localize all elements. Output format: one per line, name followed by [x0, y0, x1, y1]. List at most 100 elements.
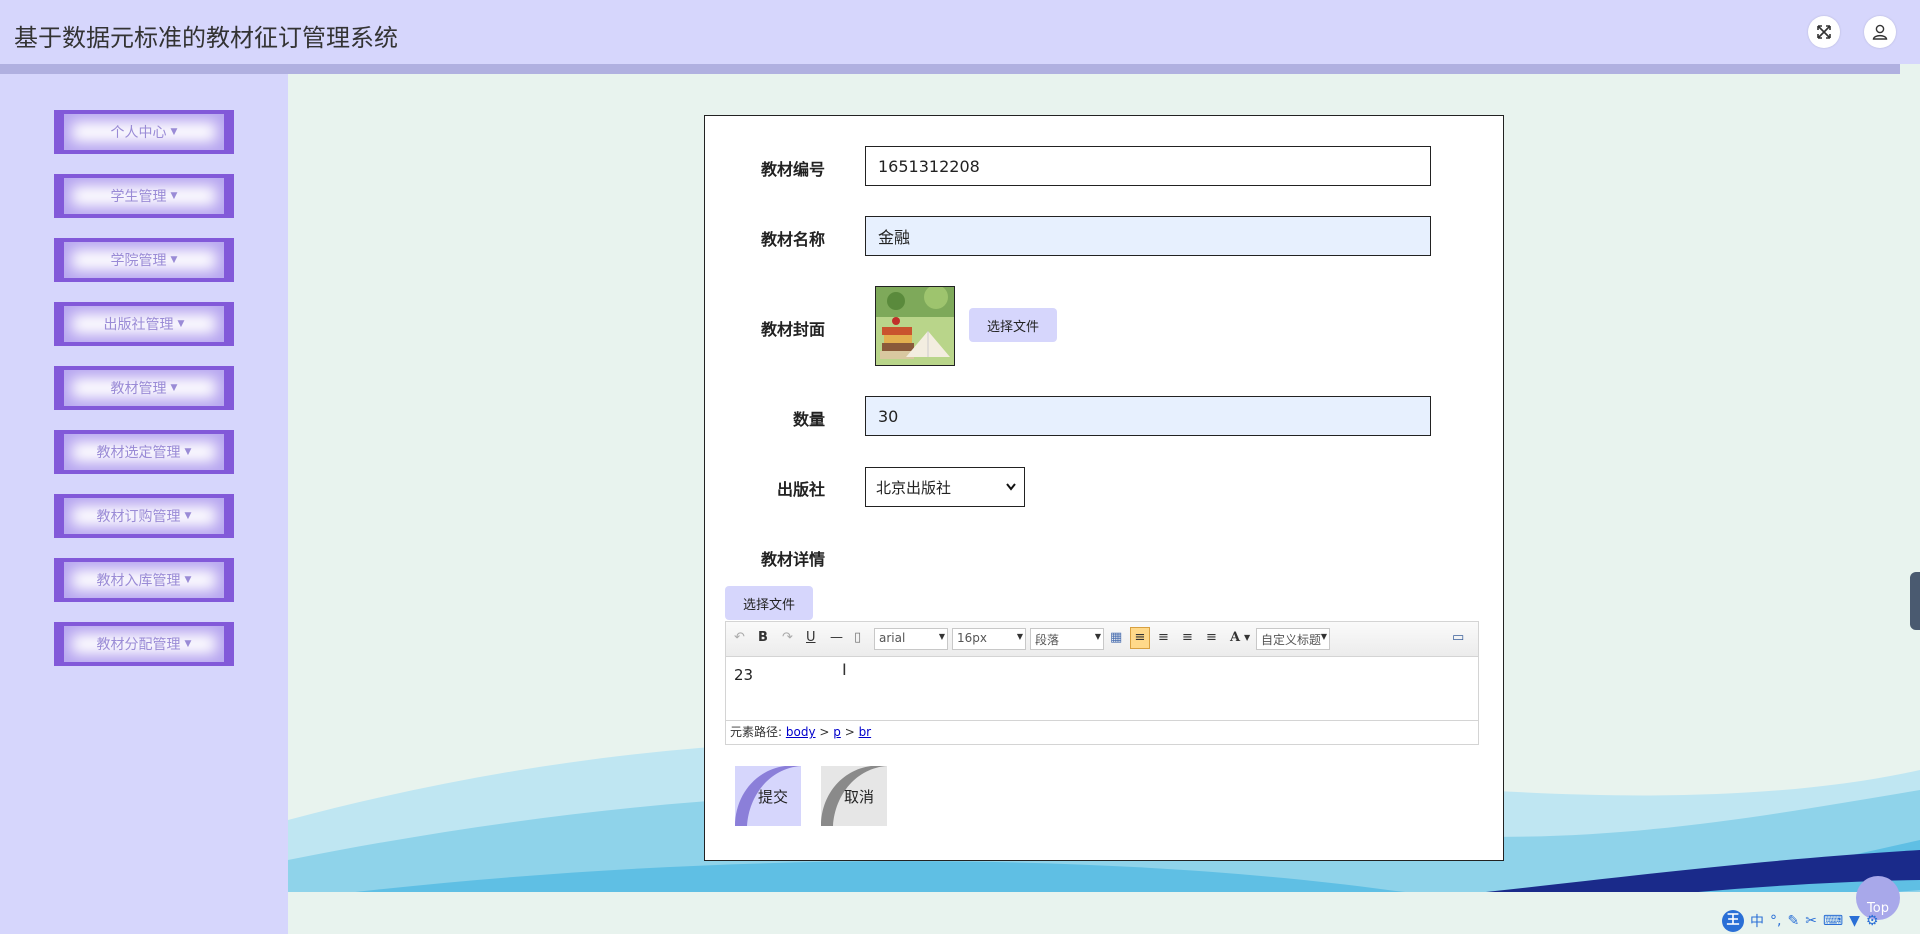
redo-icon[interactable]: ↷: [782, 630, 793, 645]
paragraph-select[interactable]: 段落 ▼: [1030, 628, 1104, 650]
ime-toolbar: 王 中 °, ✎ ✂ ⌨ ▼ ⚙: [1722, 908, 1920, 934]
cover-image: [875, 286, 955, 366]
cover-choose-file-button[interactable]: 选择文件: [969, 308, 1057, 342]
ime-language-toggle[interactable]: 中: [1750, 911, 1764, 931]
header-divider: [0, 64, 1900, 74]
font-family-value: arial: [879, 631, 906, 645]
fullscreen-button[interactable]: [1808, 16, 1840, 48]
dropdown-arrow-icon: ▼: [1320, 632, 1327, 641]
editor-content[interactable]: 23: [734, 666, 753, 684]
path-link-p[interactable]: p: [833, 725, 841, 739]
sidebar-item-students[interactable]: 学生管理 ▼: [54, 174, 234, 218]
rich-text-editor: ↶ B ↷ U — ▯ arial ▼ 16px ▼ 段落 ▼ ▦ ≡ ≡ ≡ ≡ A…: [725, 621, 1479, 745]
sidebar-item-publishers[interactable]: 出版社管理 ▼: [54, 302, 234, 346]
undo-icon[interactable]: ↶: [734, 630, 745, 645]
ime-handwrite-icon[interactable]: ✎: [1787, 913, 1799, 929]
sidebar-item-label: 教材选定管理: [96, 445, 181, 461]
caret-down-icon: ▼: [177, 319, 185, 329]
sidebar-item-textbook-stock-in[interactable]: 教材入库管理 ▼: [54, 558, 234, 602]
publisher-select[interactable]: 北京出版社: [865, 467, 1025, 507]
app-title: 基于数据元标准的教材征订管理系统: [14, 24, 398, 52]
sidebar-item-label: 教材订购管理: [96, 509, 181, 525]
path-link-body[interactable]: body: [786, 725, 816, 739]
text-cursor-icon: I: [842, 660, 847, 679]
sidebar-item-colleges[interactable]: 学院管理 ▼: [54, 238, 234, 282]
font-color-icon[interactable]: A: [1230, 630, 1240, 645]
code-input[interactable]: 1651312208: [865, 146, 1431, 186]
font-size-select[interactable]: 16px ▼: [952, 628, 1026, 650]
fullscreen-icon: [1817, 25, 1831, 39]
path-label: 元素路径:: [730, 725, 783, 739]
path-link-br[interactable]: br: [859, 725, 872, 739]
bold-icon[interactable]: B: [758, 630, 768, 645]
user-icon: [1872, 24, 1888, 40]
underline-icon[interactable]: U: [806, 630, 816, 645]
sidebar-item-label: 出版社管理: [103, 317, 174, 333]
custom-title-value: 自定义标题: [1261, 633, 1322, 647]
caret-down-icon: ▼: [170, 191, 178, 201]
page-icon[interactable]: ▯: [854, 630, 861, 645]
align-justify-icon[interactable]: ≡: [1206, 630, 1217, 645]
element-path-bar: 元素路径: body > p > br: [726, 720, 1478, 744]
code-label: 教材编号: [760, 160, 825, 179]
align-center-icon[interactable]: ≡: [1182, 630, 1193, 645]
side-panel-handle[interactable]: [1910, 572, 1920, 630]
editor-toolbar: ↶ B ↷ U — ▯ arial ▼ 16px ▼ 段落 ▼ ▦ ≡ ≡ ≡ ≡ A…: [726, 622, 1478, 657]
sidebar-item-label: 学生管理: [110, 189, 167, 205]
quantity-input[interactable]: 30: [865, 396, 1431, 436]
publisher-label: 出版社: [776, 480, 825, 499]
top-header: 基于数据元标准的教材征订管理系统: [0, 0, 1920, 64]
custom-title-select[interactable]: 自定义标题 ▼: [1256, 628, 1330, 650]
caret-down-icon: ▼: [184, 511, 192, 521]
dropdown-arrow-icon: ▼: [1016, 632, 1023, 641]
sidebar-item-label: 教材管理: [110, 381, 167, 397]
ime-skin-icon[interactable]: ▼: [1849, 913, 1860, 929]
quantity-label: 数量: [792, 410, 825, 429]
caret-down-icon: ▼: [184, 575, 192, 585]
publisher-selected-value: 北京出版社: [876, 478, 952, 497]
sidebar-item-textbook-orders[interactable]: 教材订购管理 ▼: [54, 494, 234, 538]
caret-down-icon: ▼: [170, 255, 178, 265]
user-menu-button[interactable]: [1864, 16, 1896, 48]
ime-scissors-icon[interactable]: ✂: [1805, 913, 1817, 929]
ime-keyboard-icon[interactable]: ⌨: [1823, 913, 1843, 929]
dropdown-arrow-icon[interactable]: ▼: [1244, 633, 1250, 642]
books-image-icon: [876, 287, 954, 365]
font-size-value: 16px: [957, 631, 987, 645]
align-right-icon[interactable]: ≡: [1158, 630, 1169, 645]
ime-punctuation-icon[interactable]: °,: [1770, 913, 1781, 929]
caret-down-icon: ▼: [184, 639, 192, 649]
submit-label: 提交: [757, 787, 788, 806]
ime-logo-icon[interactable]: 王: [1722, 910, 1744, 932]
sidebar-item-textbook-distribution[interactable]: 教材分配管理 ▼: [54, 622, 234, 666]
sidebar-item-textbook-selection[interactable]: 教材选定管理 ▼: [54, 430, 234, 474]
details-choose-file-button[interactable]: 选择文件: [725, 586, 813, 620]
paragraph-value: 段落: [1035, 633, 1060, 647]
fullscreen-preview-icon[interactable]: ▭: [1452, 630, 1464, 645]
ime-settings-icon[interactable]: ⚙: [1866, 913, 1879, 929]
name-input[interactable]: 金融: [865, 216, 1431, 256]
cover-label: 教材封面: [760, 320, 825, 339]
dropdown-arrow-icon: ▼: [938, 632, 945, 641]
caret-down-icon: ▼: [170, 383, 178, 393]
details-label: 教材详情: [760, 550, 825, 569]
caret-down-icon: ▼: [170, 127, 178, 137]
align-left-icon[interactable]: ≡: [1130, 627, 1150, 649]
cancel-button[interactable]: 取消: [821, 766, 887, 826]
font-family-select[interactable]: arial ▼: [874, 628, 948, 650]
horizontal-rule-icon[interactable]: —: [830, 630, 843, 645]
sidebar-item-personal-center[interactable]: 个人中心 ▼: [54, 110, 234, 154]
sidebar-item-label: 学院管理: [110, 253, 167, 269]
table-icon[interactable]: ▦: [1110, 630, 1122, 645]
textbook-edit-form: 教材编号 1651312208 教材名称 金融 教材封面 选择文件 数量 30 …: [704, 115, 1504, 861]
sidebar-item-label: 教材分配管理: [96, 637, 181, 653]
sidebar: 个人中心 ▼ 学生管理 ▼ 学院管理 ▼ 出版社管理 ▼ 教材管理 ▼ 教材选定管理 ▼ 教…: [0, 74, 288, 934]
caret-down-icon: ▼: [184, 447, 192, 457]
sidebar-item-label: 个人中心: [110, 125, 167, 141]
sidebar-item-textbooks[interactable]: 教材管理 ▼: [54, 366, 234, 410]
chevron-down-icon: [1006, 483, 1016, 491]
name-label: 教材名称: [760, 230, 825, 249]
submit-button[interactable]: 提交: [735, 766, 801, 826]
cancel-label: 取消: [843, 787, 874, 806]
dropdown-arrow-icon: ▼: [1094, 632, 1101, 641]
